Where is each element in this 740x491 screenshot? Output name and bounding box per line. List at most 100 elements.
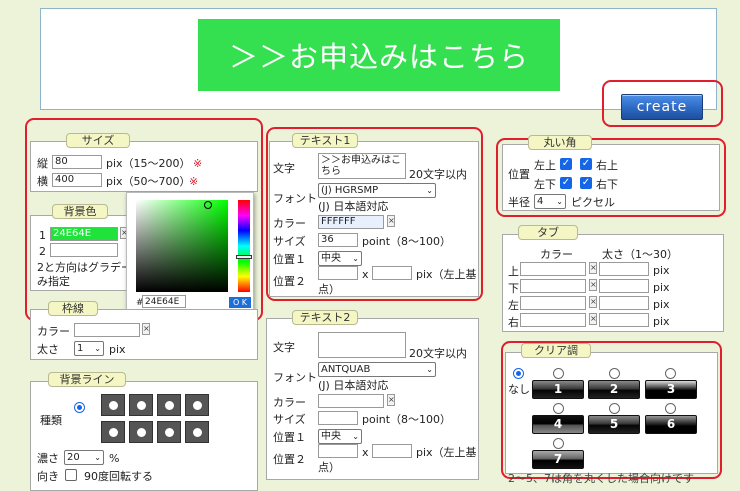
text1-font-select[interactable]: (J) HGRSMP ⌄ bbox=[318, 183, 436, 198]
clear-style7-radio[interactable] bbox=[553, 438, 564, 449]
text2-pos1-select[interactable]: 中央 ⌄ bbox=[318, 429, 362, 444]
clear-style5-button[interactable]: 5 bbox=[588, 415, 640, 434]
border-weight-unit: pix bbox=[109, 343, 126, 356]
text1-color-input[interactable]: FFFFFF bbox=[318, 215, 384, 229]
text2-pos2-note-line2: 点） bbox=[318, 461, 340, 474]
text1-size-input[interactable]: 36 bbox=[318, 233, 358, 247]
tab-row-right-label: 右 bbox=[508, 316, 519, 329]
text2-text-input[interactable] bbox=[318, 332, 406, 358]
text2-font-select[interactable]: ANTQUAB ⌄ bbox=[318, 362, 436, 377]
text2-size-input[interactable] bbox=[318, 411, 358, 425]
bg-note-line1: 2と方向はグラデー bbox=[37, 261, 132, 274]
text1-text-input[interactable]: ＞＞お申込みはこ ちら bbox=[318, 153, 406, 179]
bg-color2-input[interactable] bbox=[50, 243, 118, 257]
height-required-mark: ※ bbox=[193, 157, 203, 170]
tab-top-unit: pix bbox=[653, 264, 670, 277]
bg-line-pattern-3[interactable] bbox=[157, 394, 181, 416]
tab-bottom-clear-icon[interactable]: × bbox=[589, 279, 597, 291]
bg-line-pattern-4[interactable] bbox=[185, 394, 209, 416]
clear-style6-radio[interactable] bbox=[665, 403, 676, 414]
color-picker-handle-icon[interactable] bbox=[204, 201, 212, 209]
text2-font-label: フォント bbox=[273, 371, 317, 384]
bg-line-pattern-2[interactable] bbox=[129, 394, 153, 416]
tab-left-color-input[interactable] bbox=[520, 296, 586, 310]
clear-style1-button[interactable]: 1 bbox=[532, 380, 584, 399]
bg-line-density-select[interactable]: 20 ⌄ bbox=[64, 450, 104, 465]
chevron-down-icon: ⌄ bbox=[426, 365, 433, 374]
hex-value-input[interactable]: 24E64E bbox=[142, 295, 186, 308]
bg-line-pattern-6[interactable] bbox=[129, 421, 153, 443]
bg-line-density-value: 20 bbox=[67, 452, 80, 463]
bg-line-pattern-1[interactable] bbox=[101, 394, 125, 416]
bg-line-pattern-5[interactable] bbox=[101, 421, 125, 443]
tab-left-weight-input[interactable] bbox=[599, 296, 649, 310]
text1-pos1-label: 位置１ bbox=[273, 253, 306, 266]
clear-style3-radio[interactable] bbox=[665, 368, 676, 379]
corner-radius-select[interactable]: 4 ⌄ bbox=[534, 194, 566, 209]
text1-font-label: フォント bbox=[273, 192, 317, 205]
corner-bottom-right-checkbox[interactable]: ✓ bbox=[580, 177, 592, 189]
corner-top-left-label: 左上 bbox=[534, 159, 556, 172]
color-picker-ok-button[interactable]: O K bbox=[229, 297, 251, 308]
color-saturation-area[interactable] bbox=[136, 200, 228, 292]
clear-none-radio[interactable] bbox=[513, 368, 524, 379]
text2-color-input[interactable] bbox=[318, 394, 384, 408]
text1-pos1-select[interactable]: 中央 ⌄ bbox=[318, 251, 362, 266]
tab-bottom-color-input[interactable] bbox=[520, 279, 586, 293]
clear-style6-button[interactable]: 6 bbox=[645, 415, 697, 434]
corner-bottom-left-checkbox[interactable]: ✓ bbox=[560, 177, 572, 189]
text1-pos2-y-input[interactable] bbox=[372, 266, 412, 280]
height-input[interactable]: 80 bbox=[52, 155, 102, 169]
bg-line-pattern-7[interactable] bbox=[157, 421, 181, 443]
tab-right-weight-input[interactable] bbox=[599, 313, 649, 327]
clear-style4-button[interactable]: 4 bbox=[532, 415, 584, 434]
tab-top-weight-input[interactable] bbox=[599, 262, 649, 276]
corner-top-right-label: 右上 bbox=[596, 159, 618, 172]
clear-style2-radio[interactable] bbox=[609, 368, 620, 379]
text2-pos2-y-input[interactable] bbox=[372, 444, 412, 458]
text1-pos2-x: x bbox=[362, 268, 369, 281]
preview-button[interactable]: ＞＞お申込みはこちら bbox=[198, 19, 560, 91]
clear-style7-button[interactable]: 7 bbox=[532, 450, 584, 469]
tab-bottom-unit: pix bbox=[653, 281, 670, 294]
clear-style2-button[interactable]: 2 bbox=[588, 380, 640, 399]
tab-row-bottom-label: 下 bbox=[508, 282, 519, 295]
corner-top-right-checkbox[interactable]: ✓ bbox=[580, 158, 592, 170]
tab-right-color-input[interactable] bbox=[520, 313, 586, 327]
tab-right-clear-icon[interactable]: × bbox=[589, 313, 597, 325]
text2-color-clear-icon[interactable]: × bbox=[387, 394, 395, 406]
bg-color1-input[interactable]: 24E64E bbox=[50, 227, 118, 241]
width-label: 横 bbox=[37, 175, 48, 188]
text2-size-label: サイズ bbox=[273, 413, 306, 426]
create-button[interactable]: create bbox=[621, 94, 703, 120]
text2-pos2-x-input[interactable] bbox=[318, 444, 358, 458]
width-range: pix（50〜700） bbox=[106, 175, 191, 188]
text1-color-clear-icon[interactable]: × bbox=[387, 215, 395, 227]
border-color-input[interactable] bbox=[74, 323, 140, 337]
text1-pos2-x-input[interactable] bbox=[318, 266, 358, 280]
text2-legend: テキスト2 bbox=[292, 310, 358, 325]
bg-line-kind-radio[interactable] bbox=[74, 402, 85, 413]
tab-left-unit: pix bbox=[653, 298, 670, 311]
corner-top-left-checkbox[interactable]: ✓ bbox=[560, 158, 572, 170]
clear-style3-button[interactable]: 3 bbox=[645, 380, 697, 399]
tab-left-clear-icon[interactable]: × bbox=[589, 296, 597, 308]
bg-line-rotate-checkbox[interactable] bbox=[65, 469, 77, 481]
bg-line-pattern-8[interactable] bbox=[185, 421, 209, 443]
tab-bottom-weight-input[interactable] bbox=[599, 279, 649, 293]
width-input[interactable]: 400 bbox=[52, 173, 102, 187]
clear-style5-radio[interactable] bbox=[609, 403, 620, 414]
border-color-clear-icon[interactable]: × bbox=[142, 323, 150, 335]
clear-style1-radio[interactable] bbox=[553, 368, 564, 379]
corner-legend: 丸い角 bbox=[528, 135, 592, 150]
tab-top-color-input[interactable] bbox=[520, 262, 586, 276]
hue-slider[interactable] bbox=[238, 200, 250, 292]
tab-row-left-label: 左 bbox=[508, 299, 519, 312]
tab-top-clear-icon[interactable]: × bbox=[589, 262, 597, 274]
hue-slider-handle-icon[interactable] bbox=[236, 255, 252, 259]
bg-line-legend: 背景ライン bbox=[48, 372, 126, 387]
clear-style4-radio[interactable] bbox=[553, 403, 564, 414]
border-weight-select[interactable]: 1 ⌄ bbox=[74, 341, 104, 356]
text1-size-label: サイズ bbox=[273, 235, 306, 248]
text1-pos1-value: 中央 bbox=[321, 253, 341, 264]
